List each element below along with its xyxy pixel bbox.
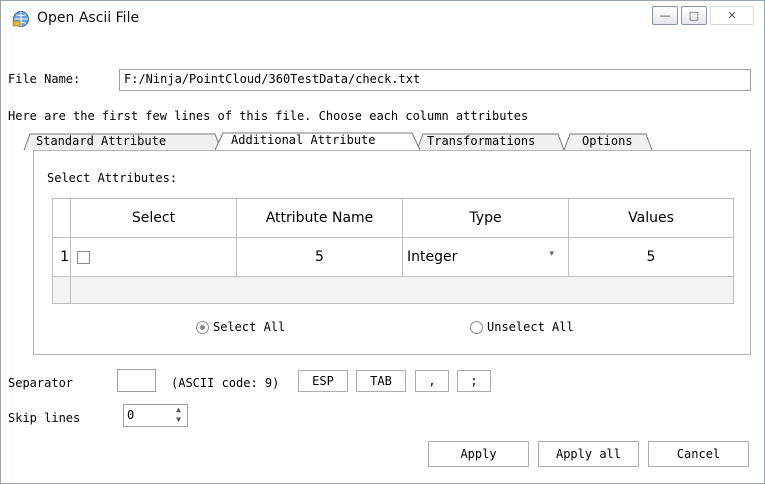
additional-attribute-panel: Select Attributes: Select Attribute Name…: [33, 150, 751, 355]
minimize-button[interactable]: —: [652, 6, 678, 25]
esp-button[interactable]: ESP: [298, 370, 348, 392]
separator-label: Separator: [8, 376, 74, 390]
row-header-corner: [52, 198, 71, 238]
column-header-attribute-name[interactable]: Attribute Name: [236, 198, 403, 238]
comma-button[interactable]: ,: [415, 370, 449, 392]
type-value: Integer: [407, 249, 458, 265]
empty-row-cell: [70, 276, 734, 304]
close-icon: ✕: [727, 9, 737, 22]
tab-options[interactable]: Options: [582, 134, 633, 148]
ascii-code-text: (ASCII code: 9): [171, 376, 280, 390]
select-attributes-label: Select Attributes:: [47, 171, 178, 185]
tab-standard-attribute[interactable]: Standard Attribute: [36, 134, 166, 148]
minimize-icon: —: [659, 9, 671, 22]
cancel-button[interactable]: Cancel: [648, 441, 749, 467]
values-cell[interactable]: 5: [568, 237, 734, 277]
select-all-radio[interactable]: [196, 321, 209, 334]
tab-transformations[interactable]: Transformations: [427, 134, 535, 148]
empty-row-header: [52, 276, 71, 304]
maximize-icon: □: [688, 9, 700, 22]
attribute-name-cell[interactable]: 5: [236, 237, 403, 277]
app-globe-icon: [12, 11, 29, 27]
instructions-text: Here are the first few lines of this fil…: [8, 109, 529, 123]
column-header-select[interactable]: Select: [70, 198, 237, 238]
column-header-type[interactable]: Type: [402, 198, 569, 238]
file-name-label: File Name:: [8, 72, 81, 86]
apply-button[interactable]: Apply: [428, 441, 529, 467]
window-controls: — □ ✕: [649, 6, 754, 25]
column-header-values[interactable]: Values: [568, 198, 734, 238]
skip-lines-spinbox[interactable]: 0 ▲ ▼: [123, 404, 188, 427]
row-index: 1: [52, 237, 71, 277]
table-header-row: Select Attribute Name Type Values: [52, 198, 734, 238]
tab-button[interactable]: TAB: [356, 370, 406, 392]
spin-up-icon[interactable]: ▲: [176, 405, 181, 415]
file-name-value: F:/Ninja/PointCloud/360TestData/check.tx…: [124, 72, 421, 86]
skip-lines-label: Skip lines: [8, 411, 81, 425]
title-bar[interactable]: Open Ascii File — □ ✕: [1, 1, 764, 37]
separator-input[interactable]: [117, 369, 156, 392]
semicolon-button[interactable]: ;: [457, 370, 491, 392]
unselect-all-label[interactable]: Unselect All: [487, 320, 574, 334]
dropdown-arrow-icon[interactable]: ▾: [549, 249, 554, 259]
file-name-field[interactable]: F:/Ninja/PointCloud/360TestData/check.tx…: [119, 69, 751, 91]
table-row: 1 5 Integer ▾ 5: [52, 237, 734, 277]
type-cell[interactable]: Integer ▾: [402, 237, 569, 277]
window-title: Open Ascii File: [37, 10, 140, 26]
close-button[interactable]: ✕: [710, 6, 754, 25]
table-empty-row: [52, 276, 734, 304]
attributes-table: Select Attribute Name Type Values 1 5 In…: [52, 198, 734, 304]
row-select-checkbox[interactable]: [77, 250, 90, 264]
unselect-all-radio[interactable]: [470, 321, 483, 334]
maximize-button[interactable]: □: [681, 6, 707, 25]
select-cell[interactable]: [70, 237, 237, 277]
apply-all-button[interactable]: Apply all: [538, 441, 639, 467]
select-all-label[interactable]: Select All: [213, 320, 285, 334]
spin-down-icon[interactable]: ▼: [176, 415, 181, 425]
skip-lines-value: 0: [127, 408, 135, 422]
tab-additional-attribute[interactable]: Additional Attribute: [231, 133, 376, 147]
